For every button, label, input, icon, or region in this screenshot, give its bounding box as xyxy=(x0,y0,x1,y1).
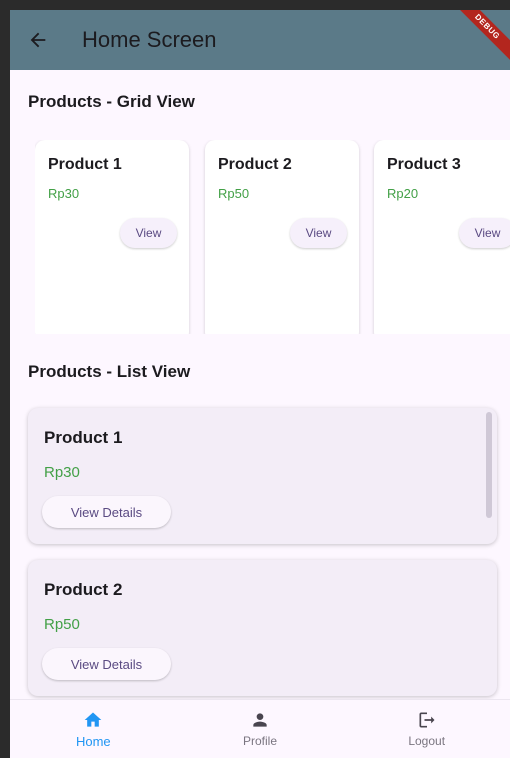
arrow-back-icon xyxy=(30,32,46,48)
list-item-name: Product 1 xyxy=(44,428,123,447)
nav-logout-label: Logout xyxy=(408,734,446,748)
nav-logout[interactable]: Logout xyxy=(343,700,510,758)
debug-banner: DEBUG xyxy=(450,10,510,64)
device-frame: Home Screen DEBUG Products - Grid View P… xyxy=(0,0,510,758)
view-button[interactable]: View xyxy=(120,218,177,248)
bottom-navigation: Home Profile Logout xyxy=(10,699,510,758)
grid-section-title: Products - Grid View xyxy=(28,92,195,111)
grid-card-name: Product 1 xyxy=(48,156,122,173)
back-button[interactable] xyxy=(10,10,66,70)
view-button[interactable]: View xyxy=(459,218,510,248)
grid-card: Product 1 Rp30 View xyxy=(35,140,189,334)
list-item: Product 1 Rp30 View Details xyxy=(28,408,497,544)
grid-card-price: Rp20 xyxy=(387,186,419,201)
list-scrollbar[interactable] xyxy=(486,412,492,518)
grid-card-name: Product 2 xyxy=(218,156,292,173)
nav-home-label: Home xyxy=(75,733,111,749)
app-bar: Home Screen DEBUG xyxy=(10,10,510,70)
nav-profile-label: Profile xyxy=(243,734,278,748)
list-item-price: Rp30 xyxy=(44,464,80,481)
list-item: Product 2 Rp50 View Details xyxy=(28,560,497,696)
view-button[interactable]: View xyxy=(290,218,347,248)
list-section-title: Products - List View xyxy=(28,362,191,381)
nav-profile[interactable]: Profile xyxy=(177,700,344,758)
grid-card-price: Rp50 xyxy=(218,186,250,201)
app-screen: Home Screen DEBUG Products - Grid View P… xyxy=(10,10,510,758)
home-icon xyxy=(84,712,102,727)
grid-card: Product 2 Rp50 View xyxy=(205,140,359,334)
grid-card-price: Rp30 xyxy=(48,186,80,201)
nav-home[interactable]: Home xyxy=(10,700,177,758)
grid-card-name: Product 3 xyxy=(387,156,461,173)
view-details-button[interactable]: View Details xyxy=(42,648,171,680)
grid-card: Product 3 Rp20 View xyxy=(374,140,510,334)
product-grid[interactable]: Product 1 Rp30 View Product 2 Rp50 View … xyxy=(35,140,510,334)
person-icon xyxy=(253,713,267,727)
page-title: Home Screen xyxy=(82,27,217,52)
list-item-name: Product 2 xyxy=(44,580,123,599)
view-details-button[interactable]: View Details xyxy=(42,496,171,528)
list-item-price: Rp50 xyxy=(44,616,80,633)
scroll-content[interactable]: Products - Grid View Product 1 Rp30 View… xyxy=(10,70,510,699)
logout-icon xyxy=(419,712,435,728)
